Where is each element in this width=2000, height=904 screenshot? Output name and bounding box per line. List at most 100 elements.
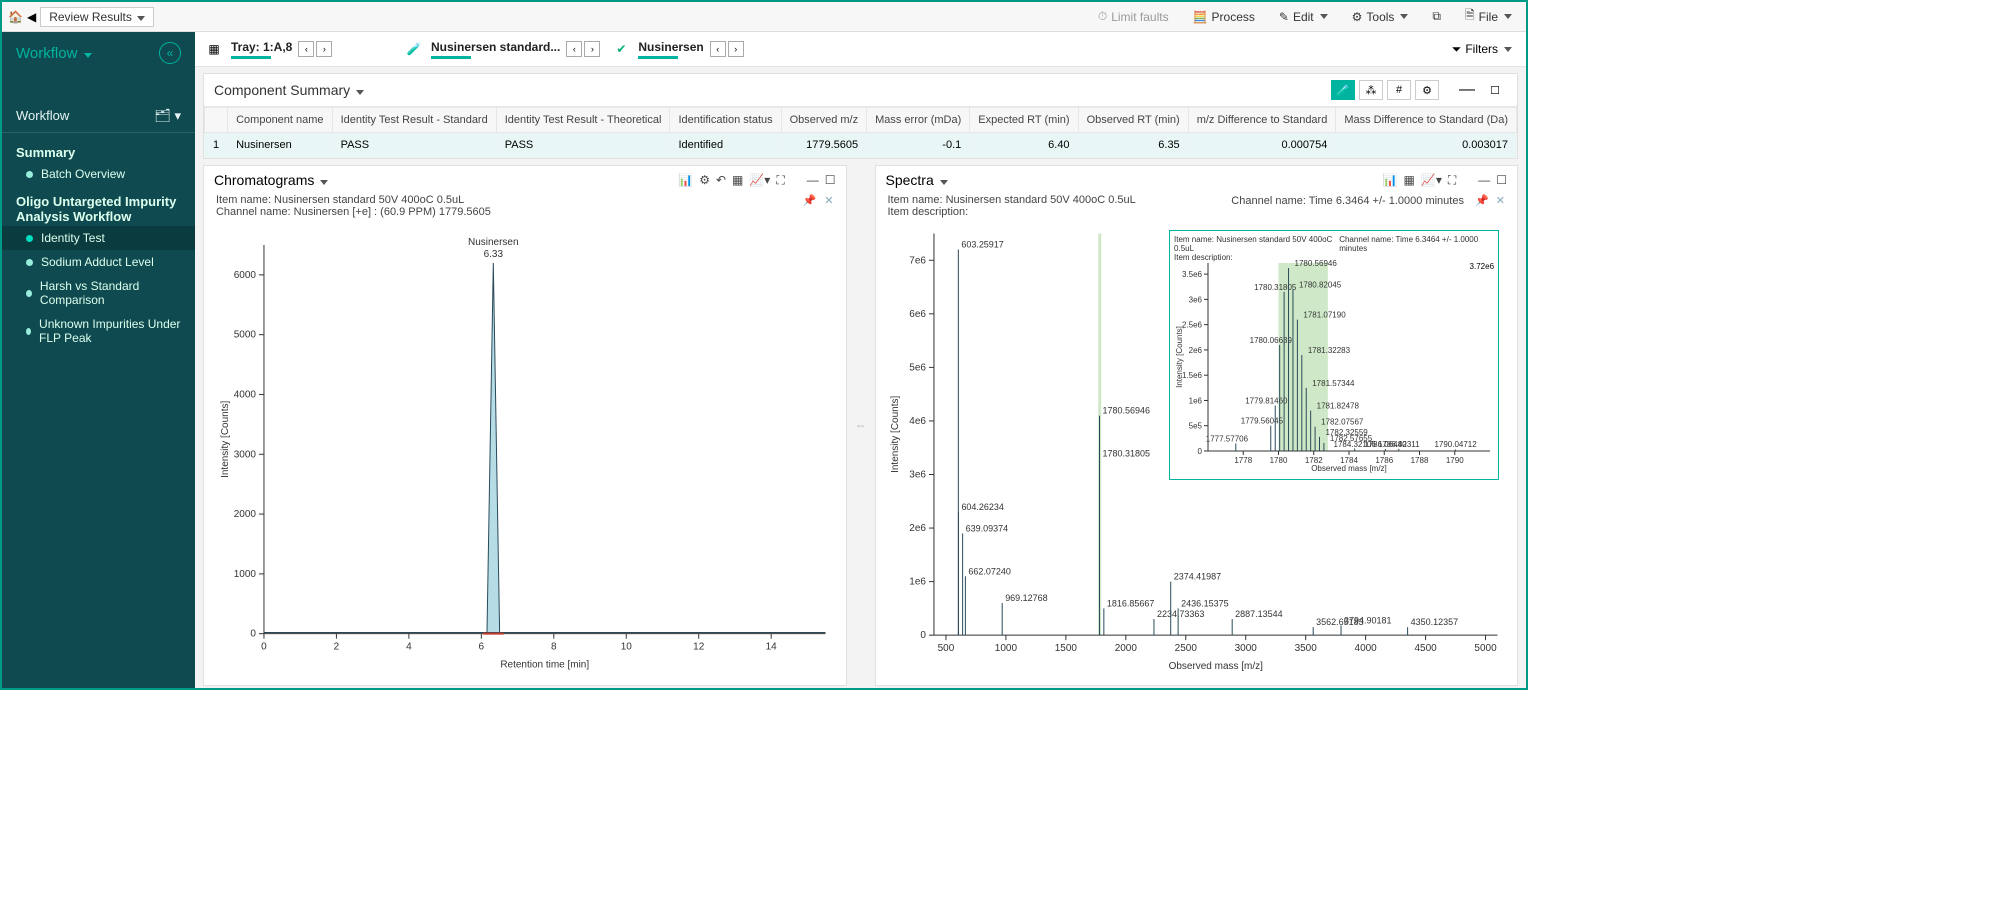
svg-text:5000: 5000 xyxy=(234,330,257,341)
expand-icon[interactable]: ⛶ xyxy=(1448,173,1456,188)
svg-text:4350.12357: 4350.12357 xyxy=(1410,617,1457,627)
chart-icon[interactable]: 📊 xyxy=(1383,173,1398,187)
table-row[interactable]: 1 Nusinersen PASS PASS Identified 1779.5… xyxy=(204,133,1516,158)
close-plot-icon[interactable]: ✕ xyxy=(824,194,833,218)
tray-next[interactable]: › xyxy=(316,41,332,57)
gear-icon: ⚙ xyxy=(1352,10,1363,24)
svg-text:2.5e6: 2.5e6 xyxy=(1182,321,1203,330)
svg-text:Observed mass [m/z]: Observed mass [m/z] xyxy=(1168,661,1263,672)
chromatogram-panel: Chromatograms 📊 ⚙ ↶ ▦ 📈▾ ⛶ — ☐ xyxy=(203,165,847,686)
limit-faults-button[interactable]: ⏱Limit faults xyxy=(1090,6,1177,27)
svg-text:5000: 5000 xyxy=(1474,643,1497,654)
tray-prev[interactable]: ‹ xyxy=(298,41,314,57)
svg-text:1780.82045: 1780.82045 xyxy=(1299,280,1342,289)
maximize-chart-button[interactable]: ☐ xyxy=(1496,173,1507,187)
svg-text:1780: 1780 xyxy=(1270,456,1288,465)
svg-text:3e6: 3e6 xyxy=(1189,295,1203,304)
svg-text:7e6: 7e6 xyxy=(909,255,926,266)
svg-text:6: 6 xyxy=(479,642,485,653)
table-header: Component name Identity Test Result - St… xyxy=(204,108,1516,133)
file-button[interactable]: 🗎File xyxy=(1457,3,1520,30)
svg-text:8: 8 xyxy=(551,642,557,653)
pencil-icon: ✎ xyxy=(1279,10,1289,24)
process-button[interactable]: 🧮Process xyxy=(1185,7,1263,27)
collapse-sidebar-button[interactable]: « xyxy=(159,42,181,64)
svg-text:500: 500 xyxy=(937,643,954,654)
edit-button[interactable]: ✎Edit xyxy=(1271,7,1336,27)
axis-icon[interactable]: 📈▾ xyxy=(1421,173,1442,187)
pin-icon[interactable]: 📌 xyxy=(1475,195,1489,207)
svg-text:1777.57706: 1777.57706 xyxy=(1206,434,1249,443)
view-vial-button[interactable]: 🧪 xyxy=(1331,80,1355,100)
svg-text:4: 4 xyxy=(406,642,412,653)
svg-text:2500: 2500 xyxy=(1174,643,1197,654)
view-hash-button[interactable]: # xyxy=(1387,80,1411,100)
sidebar-item-unknown-impurities[interactable]: Unknown Impurities Under FLP Peak xyxy=(2,312,195,350)
axis-icon[interactable]: 📈▾ xyxy=(749,173,770,187)
grid-icon[interactable]: ▦ xyxy=(732,173,743,187)
minimize-chart-button[interactable]: — xyxy=(807,173,819,187)
svg-text:6000: 6000 xyxy=(234,270,257,281)
sample-prev[interactable]: ‹ xyxy=(566,41,582,57)
tray-chip[interactable]: ▦ Tray: 1:A,8 ‹› xyxy=(203,38,393,60)
filters-button[interactable]: ⏷ Filters xyxy=(1446,40,1518,59)
spectra-title: Spectra xyxy=(886,172,948,188)
svg-text:3e6: 3e6 xyxy=(909,469,926,480)
svg-text:1780.56946: 1780.56946 xyxy=(1102,406,1149,416)
svg-text:2e6: 2e6 xyxy=(909,523,926,534)
chart-icon[interactable]: 📊 xyxy=(678,173,693,187)
comp-next[interactable]: › xyxy=(728,41,744,57)
spectra-plot[interactable]: 5001000150020002500300035004000450050000… xyxy=(886,222,1508,677)
component-chip[interactable]: ✔ Nusinersen ‹› xyxy=(610,38,800,60)
undo-icon[interactable]: ↶ xyxy=(716,173,726,187)
svg-text:3000: 3000 xyxy=(1234,643,1257,654)
svg-text:14: 14 xyxy=(766,642,778,653)
sidebar-item-batch-overview[interactable]: Batch Overview xyxy=(2,162,195,186)
minimize-chart-button[interactable]: — xyxy=(1478,173,1490,187)
sample-next[interactable]: › xyxy=(584,41,600,57)
tools-button[interactable]: ⚙Tools xyxy=(1344,7,1417,27)
layout-button[interactable]: ⧉ xyxy=(1424,6,1449,27)
svg-text:1780.06639: 1780.06639 xyxy=(1250,336,1293,345)
panel-title: Component Summary xyxy=(214,82,364,98)
home-icon[interactable]: 🏠 xyxy=(8,10,23,24)
view-share-button[interactable]: ⁂ xyxy=(1359,80,1383,100)
chromatogram-plot[interactable]: 024681012140100020003000400050006000Nusi… xyxy=(214,222,836,677)
sidebar-item-identity-test[interactable]: Identity Test xyxy=(2,226,195,250)
chrom-item-name: Item name: Nusinersen standard 50V 400oC… xyxy=(216,194,491,206)
svg-text:603.25917: 603.25917 xyxy=(961,240,1003,250)
minimize-button[interactable]: — xyxy=(1455,80,1479,100)
pin-icon[interactable]: 📌 xyxy=(803,194,817,218)
settings-icon[interactable]: ⚙ xyxy=(699,173,710,187)
svg-text:3000: 3000 xyxy=(234,449,257,460)
spectra-inset[interactable]: Item name: Nusinersen standard 50V 400oC… xyxy=(1169,230,1499,480)
grid-icon[interactable]: ▦ xyxy=(1404,173,1415,187)
sidebar-item-harsh-vs-standard[interactable]: Harsh vs Standard Comparison xyxy=(2,274,195,312)
maximize-button[interactable]: ☐ xyxy=(1483,80,1507,100)
sample-chip[interactable]: 🧪 Nusinersen standard... ‹› xyxy=(403,38,600,60)
sidebar-group-oligo: Oligo Untargeted Impurity Analysis Workf… xyxy=(2,186,195,226)
svg-text:3794.90181: 3794.90181 xyxy=(1344,616,1391,626)
svg-text:1.5e6: 1.5e6 xyxy=(1182,371,1203,380)
svg-text:1780.31805: 1780.31805 xyxy=(1254,283,1297,292)
svg-text:Intensity [Counts]: Intensity [Counts] xyxy=(1175,326,1184,388)
vertical-splitter[interactable]: ⇔ xyxy=(855,165,867,686)
svg-text:1790.04712: 1790.04712 xyxy=(1434,440,1477,449)
svg-text:2e6: 2e6 xyxy=(1189,346,1203,355)
svg-text:1781.57344: 1781.57344 xyxy=(1312,379,1355,388)
comp-prev[interactable]: ‹ xyxy=(710,41,726,57)
close-plot-icon[interactable]: ✕ xyxy=(1496,195,1505,207)
svg-text:1788: 1788 xyxy=(1411,456,1429,465)
summary-table: Component name Identity Test Result - St… xyxy=(204,107,1517,158)
svg-text:3.5e6: 3.5e6 xyxy=(1182,270,1203,279)
component-summary-panel: Component Summary 🧪 ⁂ # ⚙ — ☐ xyxy=(203,73,1518,159)
breadcrumb[interactable]: Review Results xyxy=(40,7,154,27)
chrom-channel-name: Channel name: Nusinersen [+e] : (60.9 PP… xyxy=(216,206,491,218)
maximize-chart-button[interactable]: ☐ xyxy=(825,173,836,187)
section-link-icon[interactable]: 🗂 ▾ xyxy=(154,108,181,124)
view-config-button[interactable]: ⚙ xyxy=(1415,80,1439,100)
sidebar-item-sodium-adduct[interactable]: Sodium Adduct Level xyxy=(2,250,195,274)
svg-text:1781.32283: 1781.32283 xyxy=(1308,346,1351,355)
back-icon[interactable]: ◀ xyxy=(27,10,36,24)
expand-icon[interactable]: ⛶ xyxy=(776,173,784,188)
